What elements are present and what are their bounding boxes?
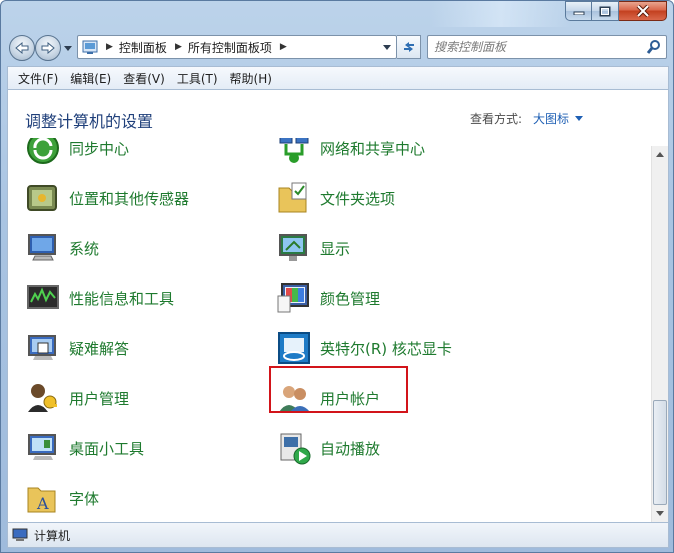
refresh-icon xyxy=(403,42,414,52)
item-label: 同步中心 xyxy=(69,139,130,158)
navigation-bar: ▶ 控制面板 ▶ 所有控制面板项 ▶ xyxy=(7,31,669,63)
chevron-right-icon[interactable]: ▶ xyxy=(175,42,182,52)
item-label: 桌面小工具 xyxy=(69,439,145,458)
fonts-icon: A xyxy=(27,487,56,513)
item-user-management[interactable]: 用户管理 xyxy=(25,378,255,418)
menu-file[interactable]: 文件(F) xyxy=(12,70,64,87)
view-by-label: 查看方式: xyxy=(470,112,523,126)
arrow-right-icon xyxy=(41,42,55,54)
item-folder-options[interactable]: 文件夹选项 xyxy=(276,178,506,218)
control-panel-items: 同步中心 网络和共享中心 位置和其他传感器 文件夹选项 系统 显示 性能信息和工… xyxy=(8,138,648,522)
item-label: 网络和共享中心 xyxy=(320,139,426,158)
display-icon xyxy=(279,234,307,261)
scrollbar-thumb[interactable] xyxy=(653,400,667,505)
chevron-right-icon[interactable]: ▶ xyxy=(106,42,113,52)
vertical-scrollbar[interactable] xyxy=(651,146,668,522)
maximize-button[interactable] xyxy=(592,1,619,21)
status-text: 计算机 xyxy=(34,528,71,543)
item-label: 位置和其他传感器 xyxy=(69,189,190,208)
chevron-down-icon[interactable] xyxy=(575,115,584,122)
folder-options-icon xyxy=(278,182,307,213)
item-desktop-gadgets[interactable]: 桌面小工具 xyxy=(25,428,255,468)
item-label: 自动播放 xyxy=(320,439,381,458)
item-autoplay[interactable]: 自动播放 xyxy=(276,428,506,468)
intel-graphics-icon xyxy=(278,332,310,364)
item-location-sensors[interactable]: 位置和其他传感器 xyxy=(25,178,255,218)
view-by-dropdown[interactable]: 大图标 xyxy=(533,110,584,127)
highlight-box xyxy=(269,366,408,413)
address-bar[interactable]: ▶ 控制面板 ▶ 所有控制面板项 ▶ xyxy=(77,35,397,59)
search-input[interactable] xyxy=(434,40,646,54)
menu-view[interactable]: 查看(V) xyxy=(117,70,171,87)
item-label: 文件夹选项 xyxy=(320,189,396,208)
recent-pages-icon[interactable] xyxy=(63,43,73,53)
refresh-button[interactable] xyxy=(397,35,421,59)
back-button[interactable] xyxy=(9,35,35,61)
minimize-button[interactable] xyxy=(565,1,592,21)
item-label: 用户管理 xyxy=(69,389,130,408)
item-label: 系统 xyxy=(69,239,100,258)
item-system[interactable]: 系统 xyxy=(25,228,255,268)
computer-icon xyxy=(12,528,28,541)
item-display[interactable]: 显示 xyxy=(276,228,506,268)
scroll-down-button[interactable] xyxy=(652,505,668,522)
item-color-management[interactable]: 颜色管理 xyxy=(276,278,506,318)
item-intel-graphics[interactable]: 英特尔(R) 核芯显卡 xyxy=(276,328,506,368)
scroll-up-button[interactable] xyxy=(652,146,668,163)
status-bar: 计算机 xyxy=(7,522,669,548)
system-icon xyxy=(28,234,56,261)
autoplay-icon xyxy=(280,433,311,465)
close-button[interactable] xyxy=(619,1,667,21)
control-panel-icon xyxy=(82,40,98,54)
item-label: 英特尔(R) 核芯显卡 xyxy=(320,339,452,358)
menu-edit[interactable]: 编辑(E) xyxy=(64,70,117,87)
item-label: 字体 xyxy=(69,489,100,508)
performance-icon xyxy=(27,285,59,309)
svg-text:A: A xyxy=(36,494,49,513)
item-troubleshooting[interactable]: 疑难解答 xyxy=(25,328,255,368)
arrow-left-icon xyxy=(15,42,29,54)
gadgets-icon xyxy=(28,434,56,460)
color-management-icon xyxy=(277,283,309,313)
item-label: 疑难解答 xyxy=(69,339,130,358)
chevron-right-icon[interactable]: ▶ xyxy=(280,42,287,52)
window-frame: ▶ 控制面板 ▶ 所有控制面板项 ▶ 文件(F) 编辑(E) 查看(V) 工具(… xyxy=(0,0,674,553)
sensor-icon xyxy=(27,185,57,211)
caption-buttons xyxy=(565,1,667,21)
menu-help[interactable]: 帮助(H) xyxy=(224,70,278,87)
sync-center-icon xyxy=(27,138,59,164)
item-label: 性能信息和工具 xyxy=(69,289,175,308)
user-management-icon xyxy=(28,384,57,412)
breadcrumb-control-panel[interactable]: 控制面板 xyxy=(119,39,167,56)
chevron-up-icon xyxy=(656,152,664,157)
minimize-icon xyxy=(573,11,584,15)
close-icon xyxy=(636,5,649,17)
item-label: 颜色管理 xyxy=(320,289,381,308)
chevron-down-icon[interactable] xyxy=(382,44,392,52)
item-label: 显示 xyxy=(320,239,351,258)
page-title: 调整计算机的设置 xyxy=(25,112,154,131)
menu-tools[interactable]: 工具(T) xyxy=(171,70,224,87)
item-fonts[interactable]: A 字体 xyxy=(25,478,255,518)
content-pane: 调整计算机的设置 查看方式: 大图标 同步中心 网络和共享中心 位置和其他传感器… xyxy=(7,90,669,522)
menu-bar: 文件(F) 编辑(E) 查看(V) 工具(T) 帮助(H) xyxy=(7,66,669,90)
item-network-sharing[interactable]: 网络和共享中心 xyxy=(276,138,506,168)
network-icon xyxy=(279,138,309,163)
view-by-value[interactable]: 大图标 xyxy=(533,110,569,127)
chevron-down-icon xyxy=(656,511,664,516)
item-sync-center[interactable]: 同步中心 xyxy=(25,138,255,168)
search-box[interactable] xyxy=(427,35,667,59)
search-icon[interactable] xyxy=(646,39,662,55)
breadcrumb-all-items[interactable]: 所有控制面板项 xyxy=(188,39,272,56)
item-performance[interactable]: 性能信息和工具 xyxy=(25,278,255,318)
troubleshoot-icon xyxy=(28,335,56,360)
maximize-icon xyxy=(599,6,611,16)
forward-button[interactable] xyxy=(35,35,61,61)
